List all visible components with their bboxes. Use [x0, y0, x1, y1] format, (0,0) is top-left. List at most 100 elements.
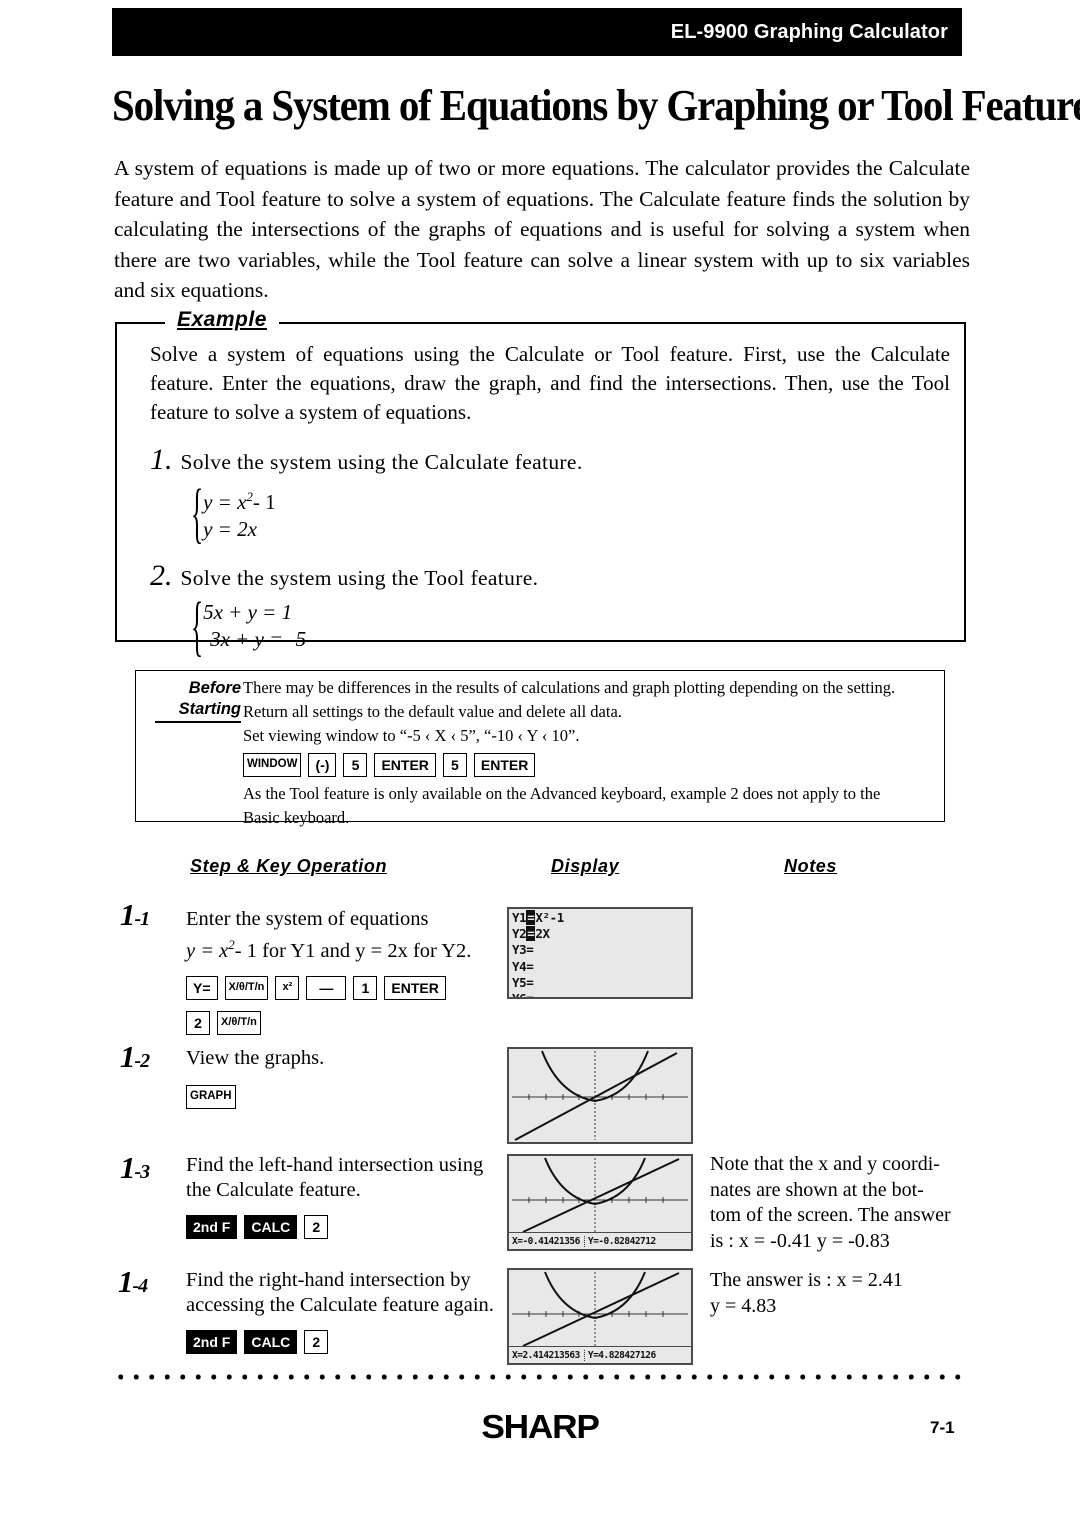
notes-1-4-line2: y = 4.83 — [710, 1294, 777, 1317]
notes-1-3-line1: Note that the x and y coordi- — [710, 1153, 940, 1175]
lcd-coordinates-1-3: X=-0.41421356 Y=-0.82842712 — [509, 1232, 691, 1249]
example-item-2-eq2: -3x + y = -5 — [203, 627, 307, 651]
notes-1-3-line3: tom of the screen. The answer — [710, 1204, 951, 1226]
example-description: Solve a system of equations using the Ca… — [150, 342, 950, 424]
example-label: Example — [165, 308, 279, 332]
step-1-4-description: Find the right-hand intersection by acce… — [186, 1268, 516, 1359]
lcd-x-value-1-4: X=2.414213563 — [512, 1349, 580, 1361]
step-1-1-description: Enter the system of equations y = x2- 1 … — [186, 907, 506, 1040]
key-enter[interactable]: ENTER — [384, 975, 446, 1000]
key-y-equals[interactable]: Y= — [186, 975, 218, 1000]
step-1-3-description: Find the left-hand intersection using th… — [186, 1153, 506, 1244]
lcd-line-6: Y6= — [512, 991, 534, 999]
key-2-b[interactable]: 2 — [304, 1330, 329, 1354]
step-1-1-keys-row1: Y= X/θ/T/n x² — 1 ENTER — [186, 975, 506, 1000]
lcd-coordinates-1-4: X=2.414213563 Y=4.828427126 — [509, 1346, 691, 1363]
footer-dotted-divider — [113, 1372, 966, 1382]
example-content: Solve a system of equations using the Ca… — [150, 340, 950, 663]
column-header-step: Step & Key Operation — [190, 856, 388, 876]
key-calc-b[interactable]: CALC — [244, 1330, 298, 1354]
calc-display-step-1-4: X=2.414213563 Y=4.828427126 — [507, 1268, 693, 1365]
key-window[interactable]: WINDOW — [243, 753, 302, 777]
step-1-4-desc-line2: accessing the Calculate feature again. — [186, 1294, 494, 1316]
key-1[interactable]: 1 — [353, 975, 378, 1000]
example-item-1-text: Solve the system using the Calculate fea… — [180, 450, 583, 474]
header-title: EL-9900 Graphing Calculator — [670, 20, 948, 43]
page-title: Solving a System of Equations by Graphin… — [112, 81, 1080, 130]
page-number: 7-1 — [930, 1418, 955, 1437]
key-enter-a[interactable]: ENTER — [374, 753, 436, 777]
example-item-1-eq1: y = x2- 1 — [203, 489, 276, 514]
before-starting-label-line1: Before — [188, 679, 241, 697]
key-5-a[interactable]: 5 — [343, 753, 368, 777]
notes-1-4-line1: The answer is : x = 2.41 — [710, 1269, 903, 1291]
example-item-2-eq1: 5x + y = 1 — [203, 600, 293, 624]
notes-1-3-line2: nates are shown at the bot- — [710, 1178, 924, 1201]
step-number-1-3: 1-3 — [120, 1150, 150, 1185]
example-item-2-number: 2. — [150, 559, 173, 592]
intro-paragraph: A system of equations is made up of two … — [114, 156, 970, 302]
before-starting-label-line2: Starting — [178, 700, 241, 718]
graph-svg-1-2 — [512, 1050, 688, 1141]
step-1-2-desc-line1: View the graphs. — [186, 1047, 325, 1069]
key-x-theta-t-n-a[interactable]: X/θ/T/n — [224, 975, 269, 1000]
key-negative[interactable]: (-) — [308, 753, 337, 777]
brace-left-icon-2: { — [190, 588, 204, 663]
example-item-2-text: Solve the system using the Tool feature. — [180, 566, 539, 590]
key-calc-a[interactable]: CALC — [244, 1215, 298, 1239]
key-graph[interactable]: GRAPH — [186, 1085, 236, 1109]
before-starting-label: Before Starting — [155, 678, 241, 723]
example-item-2: 2. Solve the system using the Tool featu… — [150, 559, 940, 593]
header-bar: EL-9900 Graphing Calculator — [112, 8, 962, 56]
before-starting-body: There may be differences in the results … — [243, 676, 933, 830]
step-1-1-desc-line1: Enter the system of equations — [186, 908, 429, 930]
key-5-b[interactable]: 5 — [442, 753, 467, 777]
calc-display-step-1-3: X=-0.41421356 Y=-0.82842712 — [507, 1154, 693, 1251]
example-item-1-system: { y = x2- 1 y = 2x — [186, 475, 940, 550]
example-item-1-eq2: y = 2x — [203, 517, 257, 541]
key-2nd-f-a[interactable]: 2nd F — [186, 1215, 238, 1239]
example-item-1: 1. Solve the system using the Calculate … — [150, 443, 940, 477]
step-1-2-description: View the graphs. GRAPH — [186, 1046, 486, 1114]
lcd-line-2: Y2=2X — [512, 926, 550, 942]
key-2nd-f-b[interactable]: 2nd F — [186, 1330, 238, 1354]
step-1-2-keys-row1: GRAPH — [186, 1085, 486, 1109]
example-item-1-number: 1. — [150, 443, 173, 476]
lcd-x-value-1-3: X=-0.41421356 — [512, 1235, 580, 1247]
step-number-1-2: 1-2 — [120, 1039, 150, 1074]
key-x-theta-t-n-b[interactable]: X/θ/T/n — [217, 1010, 261, 1035]
key-minus[interactable]: — — [306, 975, 347, 1000]
column-header-notes: Notes — [784, 856, 838, 876]
step-number-1-1: 1-1 — [120, 897, 150, 932]
before-starting-key-sequence: WINDOW (-) 5 ENTER 5 ENTER — [243, 753, 933, 777]
step-1-1-keys-row2: 2 X/θ/T/n — [186, 1010, 506, 1035]
example-item-2-system: { 5x + y = 1 -3x + y = -5 — [186, 588, 940, 663]
notes-step-1-4: The answer is : x = 2.41 y = 4.83 — [710, 1268, 972, 1319]
step-1-3-desc-line1: Find the left-hand intersection using — [186, 1154, 484, 1176]
lcd-line-1: Y1=X²-1 — [512, 910, 564, 925]
sharp-logo: SHARP — [481, 1408, 599, 1445]
lcd-line-4: Y4= — [512, 958, 534, 974]
before-starting-line5: Basic keyboard. — [243, 808, 350, 827]
lcd-y-value-1-3: Y=-0.82842712 — [583, 1235, 656, 1247]
calc-display-step-1-2 — [507, 1047, 693, 1144]
step-number-1-4: 1-4 — [118, 1264, 148, 1299]
before-starting-line4: As the Tool feature is only available on… — [243, 784, 881, 803]
key-x-squared[interactable]: x² — [275, 975, 300, 1000]
calc-display-step-1-1: Y1=X²-1 Y2=2X Y3= Y4= Y5= Y6= — [507, 907, 693, 999]
key-2[interactable]: 2 — [186, 1010, 210, 1035]
key-2-a[interactable]: 2 — [304, 1215, 329, 1239]
column-header-display: Display — [551, 856, 620, 876]
lcd-y-value-1-4: Y=4.828427126 — [583, 1349, 656, 1361]
notes-1-3-line4: is : x = -0.41 y = -0.83 — [710, 1229, 890, 1252]
before-starting-line1: There may be differences in the results … — [243, 678, 896, 697]
key-enter-b[interactable]: ENTER — [473, 753, 536, 777]
step-1-3-desc-line2: the Calculate feature. — [186, 1179, 361, 1201]
step-1-3-keys-row1: 2nd F CALC 2 — [186, 1215, 506, 1239]
notes-step-1-3: Note that the x and y coordi- nates are … — [710, 1152, 972, 1254]
step-1-4-desc-line1: Find the right-hand intersection by — [186, 1269, 471, 1291]
brace-left-icon: { — [190, 475, 204, 550]
step-1-1-desc-line2: y = x2- 1 for Y1 and y = 2x for Y2. — [186, 937, 472, 962]
lcd-line-5: Y5= — [512, 974, 534, 990]
before-starting-line2: Return all settings to the default value… — [243, 702, 622, 721]
